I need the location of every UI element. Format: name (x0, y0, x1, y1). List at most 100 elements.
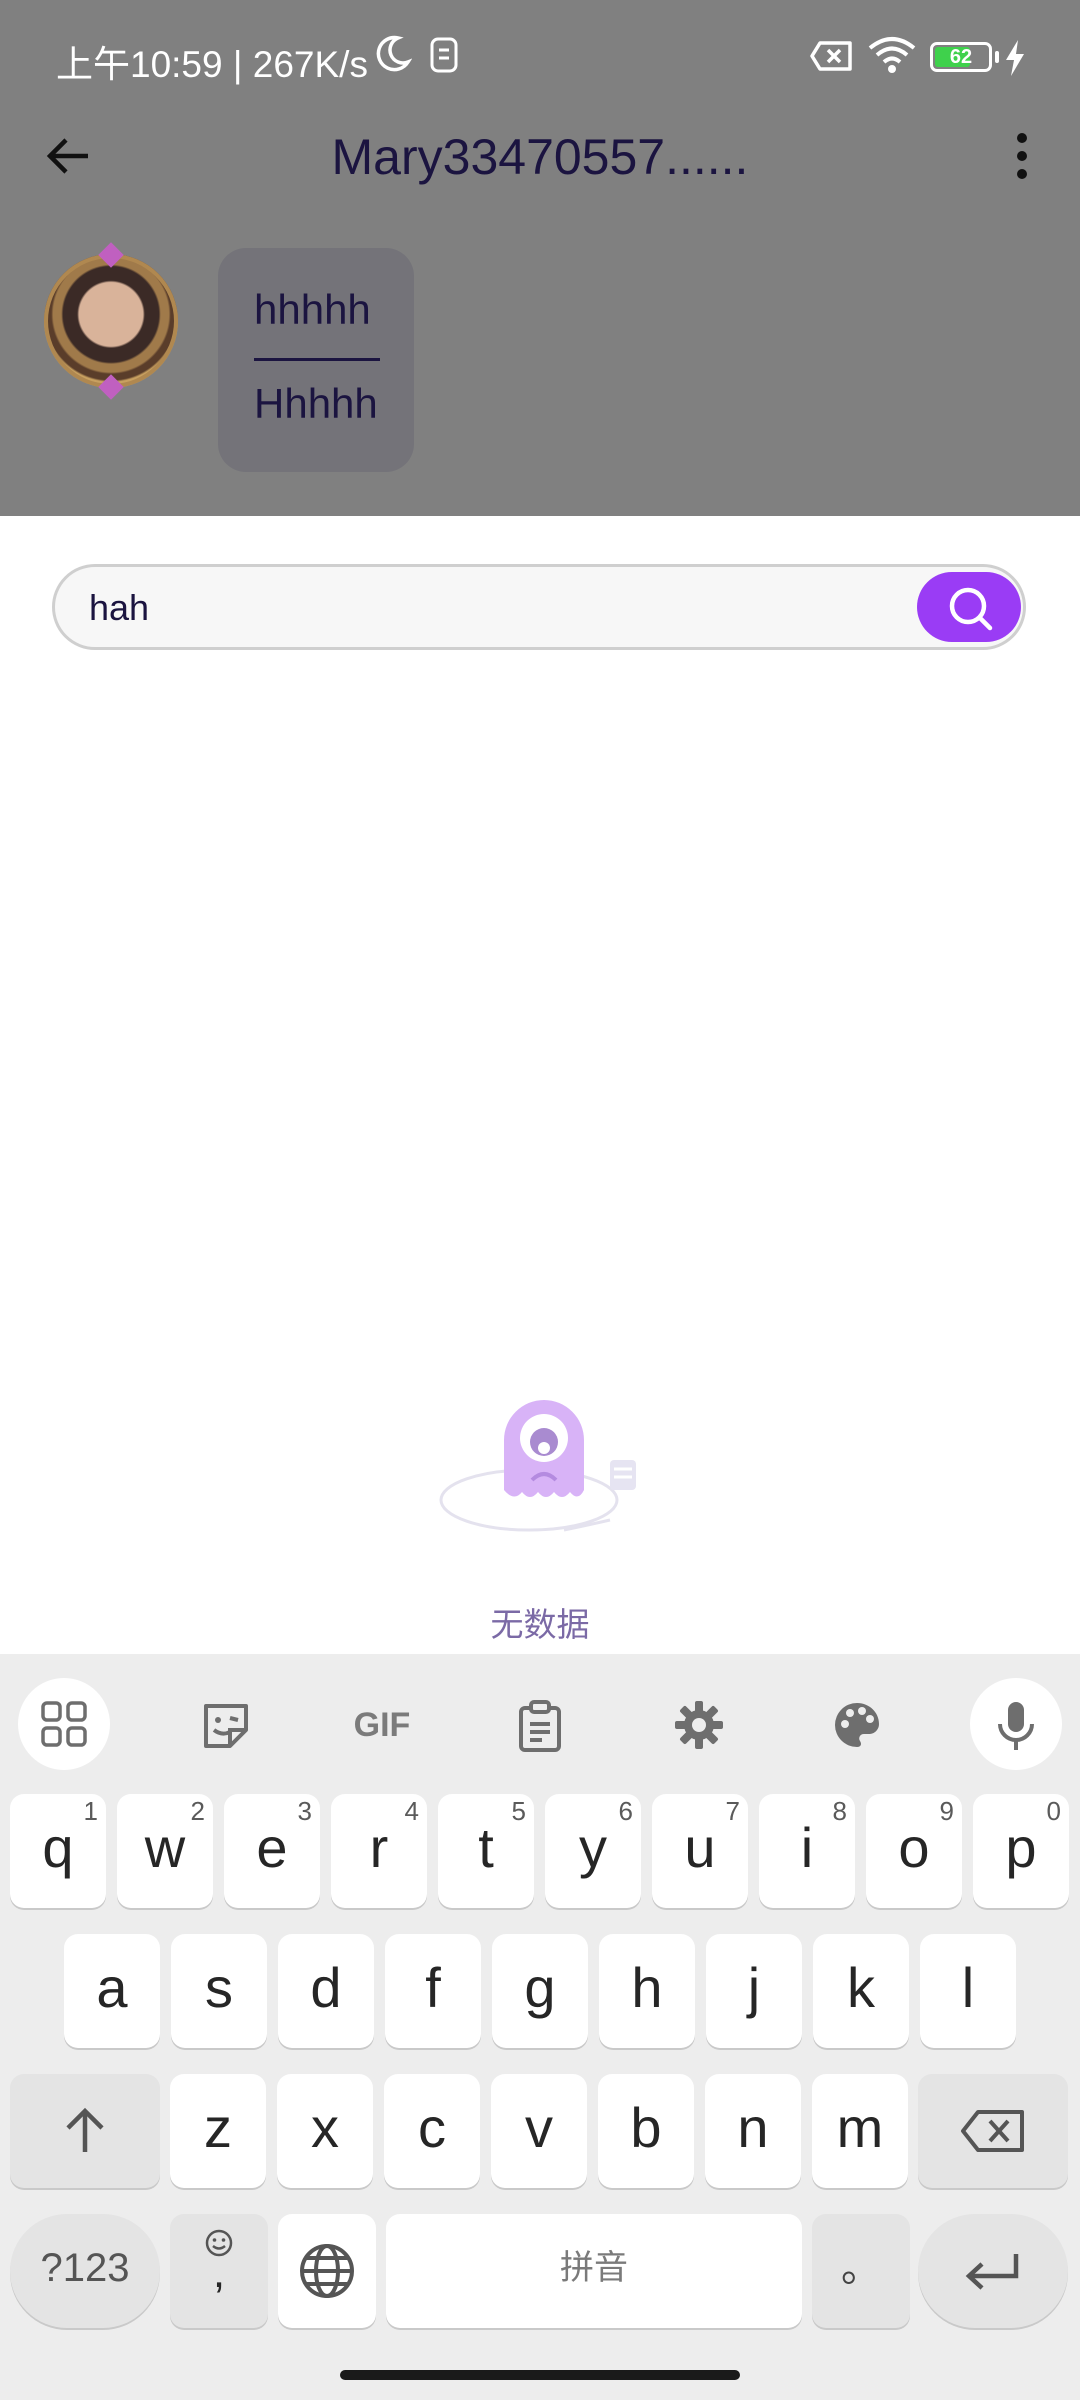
search-button[interactable] (917, 572, 1021, 642)
key-label: q (42, 1816, 74, 1879)
key-a[interactable]: a (64, 1934, 160, 2048)
key-f[interactable]: f (385, 1934, 481, 2048)
emoji-comma-key[interactable]: , (170, 2214, 268, 2328)
comma-label: , (212, 2248, 226, 2297)
settings-button[interactable] (652, 1678, 744, 1770)
gear-icon (675, 1701, 723, 1749)
key-o[interactable]: o9 (866, 1794, 962, 1908)
key-g[interactable]: g (492, 1934, 588, 2048)
avatar[interactable] (44, 242, 178, 400)
battery-level: 62 (949, 46, 973, 68)
language-key[interactable] (278, 2214, 376, 2328)
chat-title: Mary33470557...... (331, 129, 749, 185)
message-line-1: hhhhh (254, 286, 371, 333)
key-e[interactable]: e3 (224, 1794, 320, 1908)
key-m[interactable]: m (812, 2074, 908, 2188)
microphone-icon (998, 1702, 1034, 1750)
search-bar (52, 564, 1026, 650)
status-time: 上午10:59 | 267K/s (56, 44, 368, 85)
key-l[interactable]: l (920, 1934, 1016, 2048)
clipboard-button[interactable] (494, 1678, 586, 1770)
key-number-hint: 0 (1046, 1796, 1061, 1826)
key-c[interactable]: c (384, 2074, 480, 2188)
key-number-hint: 5 (511, 1796, 526, 1826)
battery-icon: 62 (930, 42, 992, 72)
key-number-hint: 4 (404, 1796, 419, 1826)
status-bar: 上午10:59 | 267K/s 62 (0, 0, 1080, 116)
gif-label: GIF (353, 1706, 411, 1744)
avatar-frame-gem-top (98, 242, 124, 268)
key-t[interactable]: t5 (438, 1794, 534, 1908)
key-number-hint: 2 (190, 1796, 205, 1826)
charging-icon (1004, 40, 1026, 81)
key-n[interactable]: n (705, 2074, 801, 2188)
more-options-icon[interactable] (1008, 130, 1036, 187)
key-u[interactable]: u7 (652, 1794, 748, 1908)
grid-icon (41, 1701, 87, 1747)
key-i[interactable]: i8 (759, 1794, 855, 1908)
palette-icon (835, 1703, 880, 1747)
key-label: y (579, 1816, 607, 1879)
gif-button[interactable]: GIF (336, 1678, 428, 1770)
key-r[interactable]: r4 (331, 1794, 427, 1908)
key-number-hint: 9 (939, 1796, 954, 1826)
shift-arrow-icon (66, 2107, 104, 2152)
search-input[interactable] (87, 581, 911, 635)
space-key[interactable]: 拼音 (386, 2214, 802, 2328)
key-number-hint: 7 (725, 1796, 740, 1826)
key-h[interactable]: h (599, 1934, 695, 2048)
key-label: u (684, 1816, 716, 1879)
key-z[interactable]: z (170, 2074, 266, 2188)
symbols-key[interactable]: ?123 (10, 2214, 160, 2328)
key-x[interactable]: x (277, 2074, 373, 2188)
shift-key[interactable] (10, 2074, 160, 2188)
key-number-hint: 6 (618, 1796, 633, 1826)
key-w[interactable]: w2 (117, 1794, 213, 1908)
key-number-hint: 8 (832, 1796, 847, 1826)
key-label: e (256, 1816, 288, 1879)
key-label: t (478, 1816, 494, 1879)
moon-icon (372, 34, 413, 79)
chat-background: 上午10:59 | 267K/s 62 Mary33470557...... h… (0, 0, 1080, 516)
key-y[interactable]: y6 (545, 1794, 641, 1908)
avatar-frame-gem-bottom (98, 374, 124, 400)
search-icon (949, 587, 993, 631)
key-label: i (800, 1816, 814, 1879)
key-k[interactable]: k (813, 1934, 909, 2048)
globe-icon (300, 2244, 354, 2298)
key-number-hint: 1 (83, 1796, 98, 1826)
key-b[interactable]: b (598, 2074, 694, 2188)
chat-header: Mary33470557...... (0, 116, 1080, 196)
empty-state-illustration (434, 1380, 644, 1560)
enter-arrow-icon (965, 2254, 1019, 2290)
message-divider (254, 358, 380, 361)
backspace-icon (961, 2110, 1024, 2152)
key-v[interactable]: v (491, 2074, 587, 2188)
message-bubble[interactable]: hhhhh Hhhhh (218, 248, 414, 472)
key-d[interactable]: d (278, 1934, 374, 2048)
enter-key[interactable] (918, 2214, 1068, 2328)
key-s[interactable]: s (171, 1934, 267, 2048)
key-label: o (898, 1816, 930, 1879)
sticker-icon (204, 1704, 248, 1748)
backspace-key[interactable] (918, 2074, 1068, 2188)
voice-input-button[interactable] (970, 1678, 1062, 1770)
keyboard-apps-button[interactable] (18, 1678, 110, 1770)
empty-state-text: 无数据 (490, 1606, 590, 1643)
no-signal-icon (810, 40, 854, 77)
theme-button[interactable] (810, 1678, 902, 1770)
key-j[interactable]: j (706, 1934, 802, 2048)
period-key[interactable]: 。 (812, 2214, 910, 2328)
keyboard: GIF q1w2e3r4t5y6u7i8o9p0 asdfghjkl zxcvb… (0, 1654, 1080, 2400)
wifi-icon (868, 36, 916, 79)
battery-cap (995, 51, 999, 63)
key-q[interactable]: q1 (10, 1794, 106, 1908)
home-indicator[interactable] (340, 2370, 740, 2380)
key-label: p (1005, 1816, 1037, 1879)
sticker-button[interactable] (178, 1678, 270, 1770)
key-p[interactable]: p0 (973, 1794, 1069, 1908)
key-label: r (369, 1816, 389, 1879)
sim-icon (428, 36, 460, 79)
message-line-2: Hhhhh (254, 380, 378, 427)
key-label: w (144, 1816, 186, 1879)
